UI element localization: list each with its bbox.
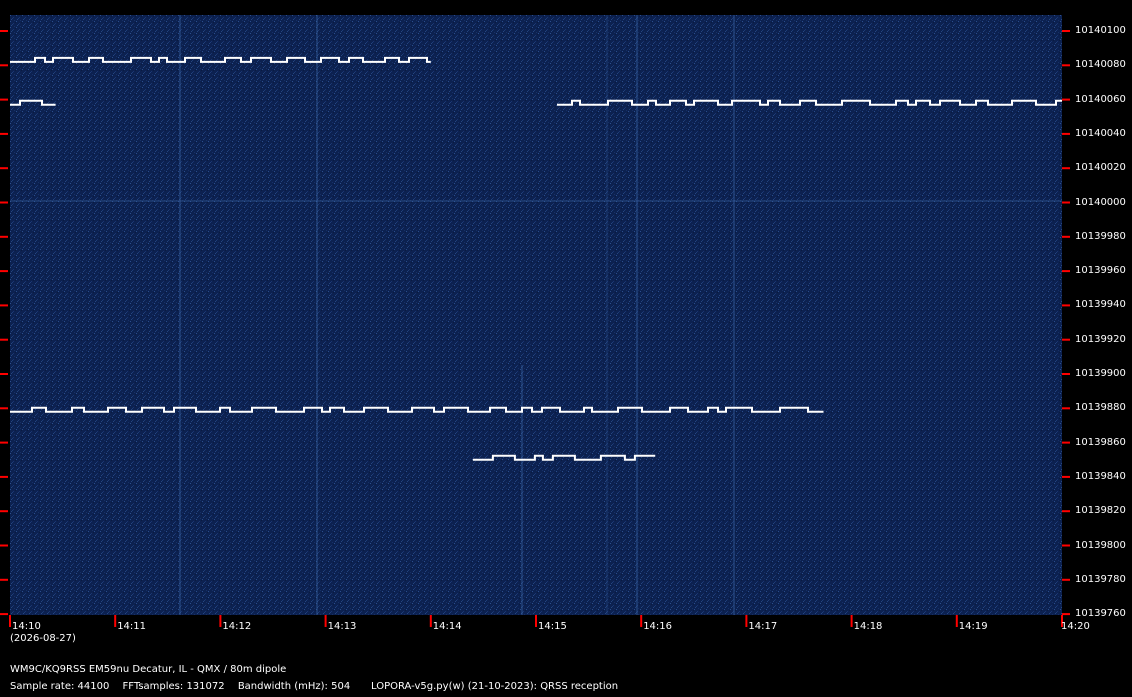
freq-tick-label: 10139980 bbox=[1075, 230, 1126, 242]
time-tick-label: 14:14 bbox=[432, 621, 462, 632]
freq-tick-label: 10139880 bbox=[1075, 402, 1126, 414]
bandwidth-label: Bandwidth (mHz): 504 bbox=[237, 681, 351, 692]
freq-tick-label: 10140060 bbox=[1075, 93, 1126, 105]
waterfall-noise-background bbox=[10, 15, 1062, 615]
waterfall-spectrogram bbox=[10, 15, 1062, 615]
time-tick-label: 14:17 bbox=[748, 621, 778, 632]
time-tick-label: 14:13 bbox=[327, 621, 357, 632]
time-tick-label: 14:16 bbox=[643, 621, 673, 632]
time-tick-label: 14:19 bbox=[958, 621, 988, 632]
time-tick-label: 14:12 bbox=[222, 621, 252, 632]
freq-tick-label: 10139760 bbox=[1075, 608, 1126, 620]
freq-tick-label: 10140020 bbox=[1075, 162, 1126, 174]
freq-tick-label: 10140100 bbox=[1075, 25, 1126, 36]
freq-tick-label: 10139960 bbox=[1075, 265, 1126, 277]
freq-tick-label: 10140000 bbox=[1075, 196, 1126, 208]
time-tick-label: 14:18 bbox=[853, 621, 883, 632]
freq-tick-label: 10140080 bbox=[1075, 59, 1126, 71]
time-tick-label: 14:10 bbox=[12, 621, 41, 632]
freq-tick-label: 10139920 bbox=[1075, 333, 1126, 345]
freq-tick-label: 10139860 bbox=[1075, 436, 1126, 448]
date-label: (2026-08-27) bbox=[10, 633, 76, 644]
freq-tick-label: 10140040 bbox=[1075, 127, 1126, 139]
fft-samples-label: FFTsamples: 131072 bbox=[122, 681, 225, 692]
station-info: WM9C/KQ9RSS EM59nu Decatur, IL - QMX / 8… bbox=[10, 664, 287, 675]
parameters-line: Sample rate: 44100 FFTsamples: 131072 Ba… bbox=[10, 681, 360, 693]
freq-tick-label: 10139900 bbox=[1075, 368, 1126, 379]
waterfall-canvas bbox=[10, 15, 1062, 615]
sample-rate-label: Sample rate: 44100 bbox=[10, 681, 110, 692]
time-tick-label: 14:15 bbox=[538, 621, 567, 632]
time-tick-label: 14:11 bbox=[117, 621, 147, 632]
freq-tick-label: 10139840 bbox=[1075, 470, 1126, 482]
time-tick-label: 14:20 bbox=[1061, 621, 1090, 632]
freq-tick-label: 10139780 bbox=[1075, 573, 1126, 585]
freq-tick-label: 10139940 bbox=[1075, 299, 1126, 311]
software-version-label: LOPORA-v5g.py(w) (21-10-2023): QRSS rece… bbox=[371, 681, 619, 692]
freq-tick-label: 10139820 bbox=[1075, 505, 1126, 517]
freq-tick-label: 10139800 bbox=[1075, 539, 1126, 551]
